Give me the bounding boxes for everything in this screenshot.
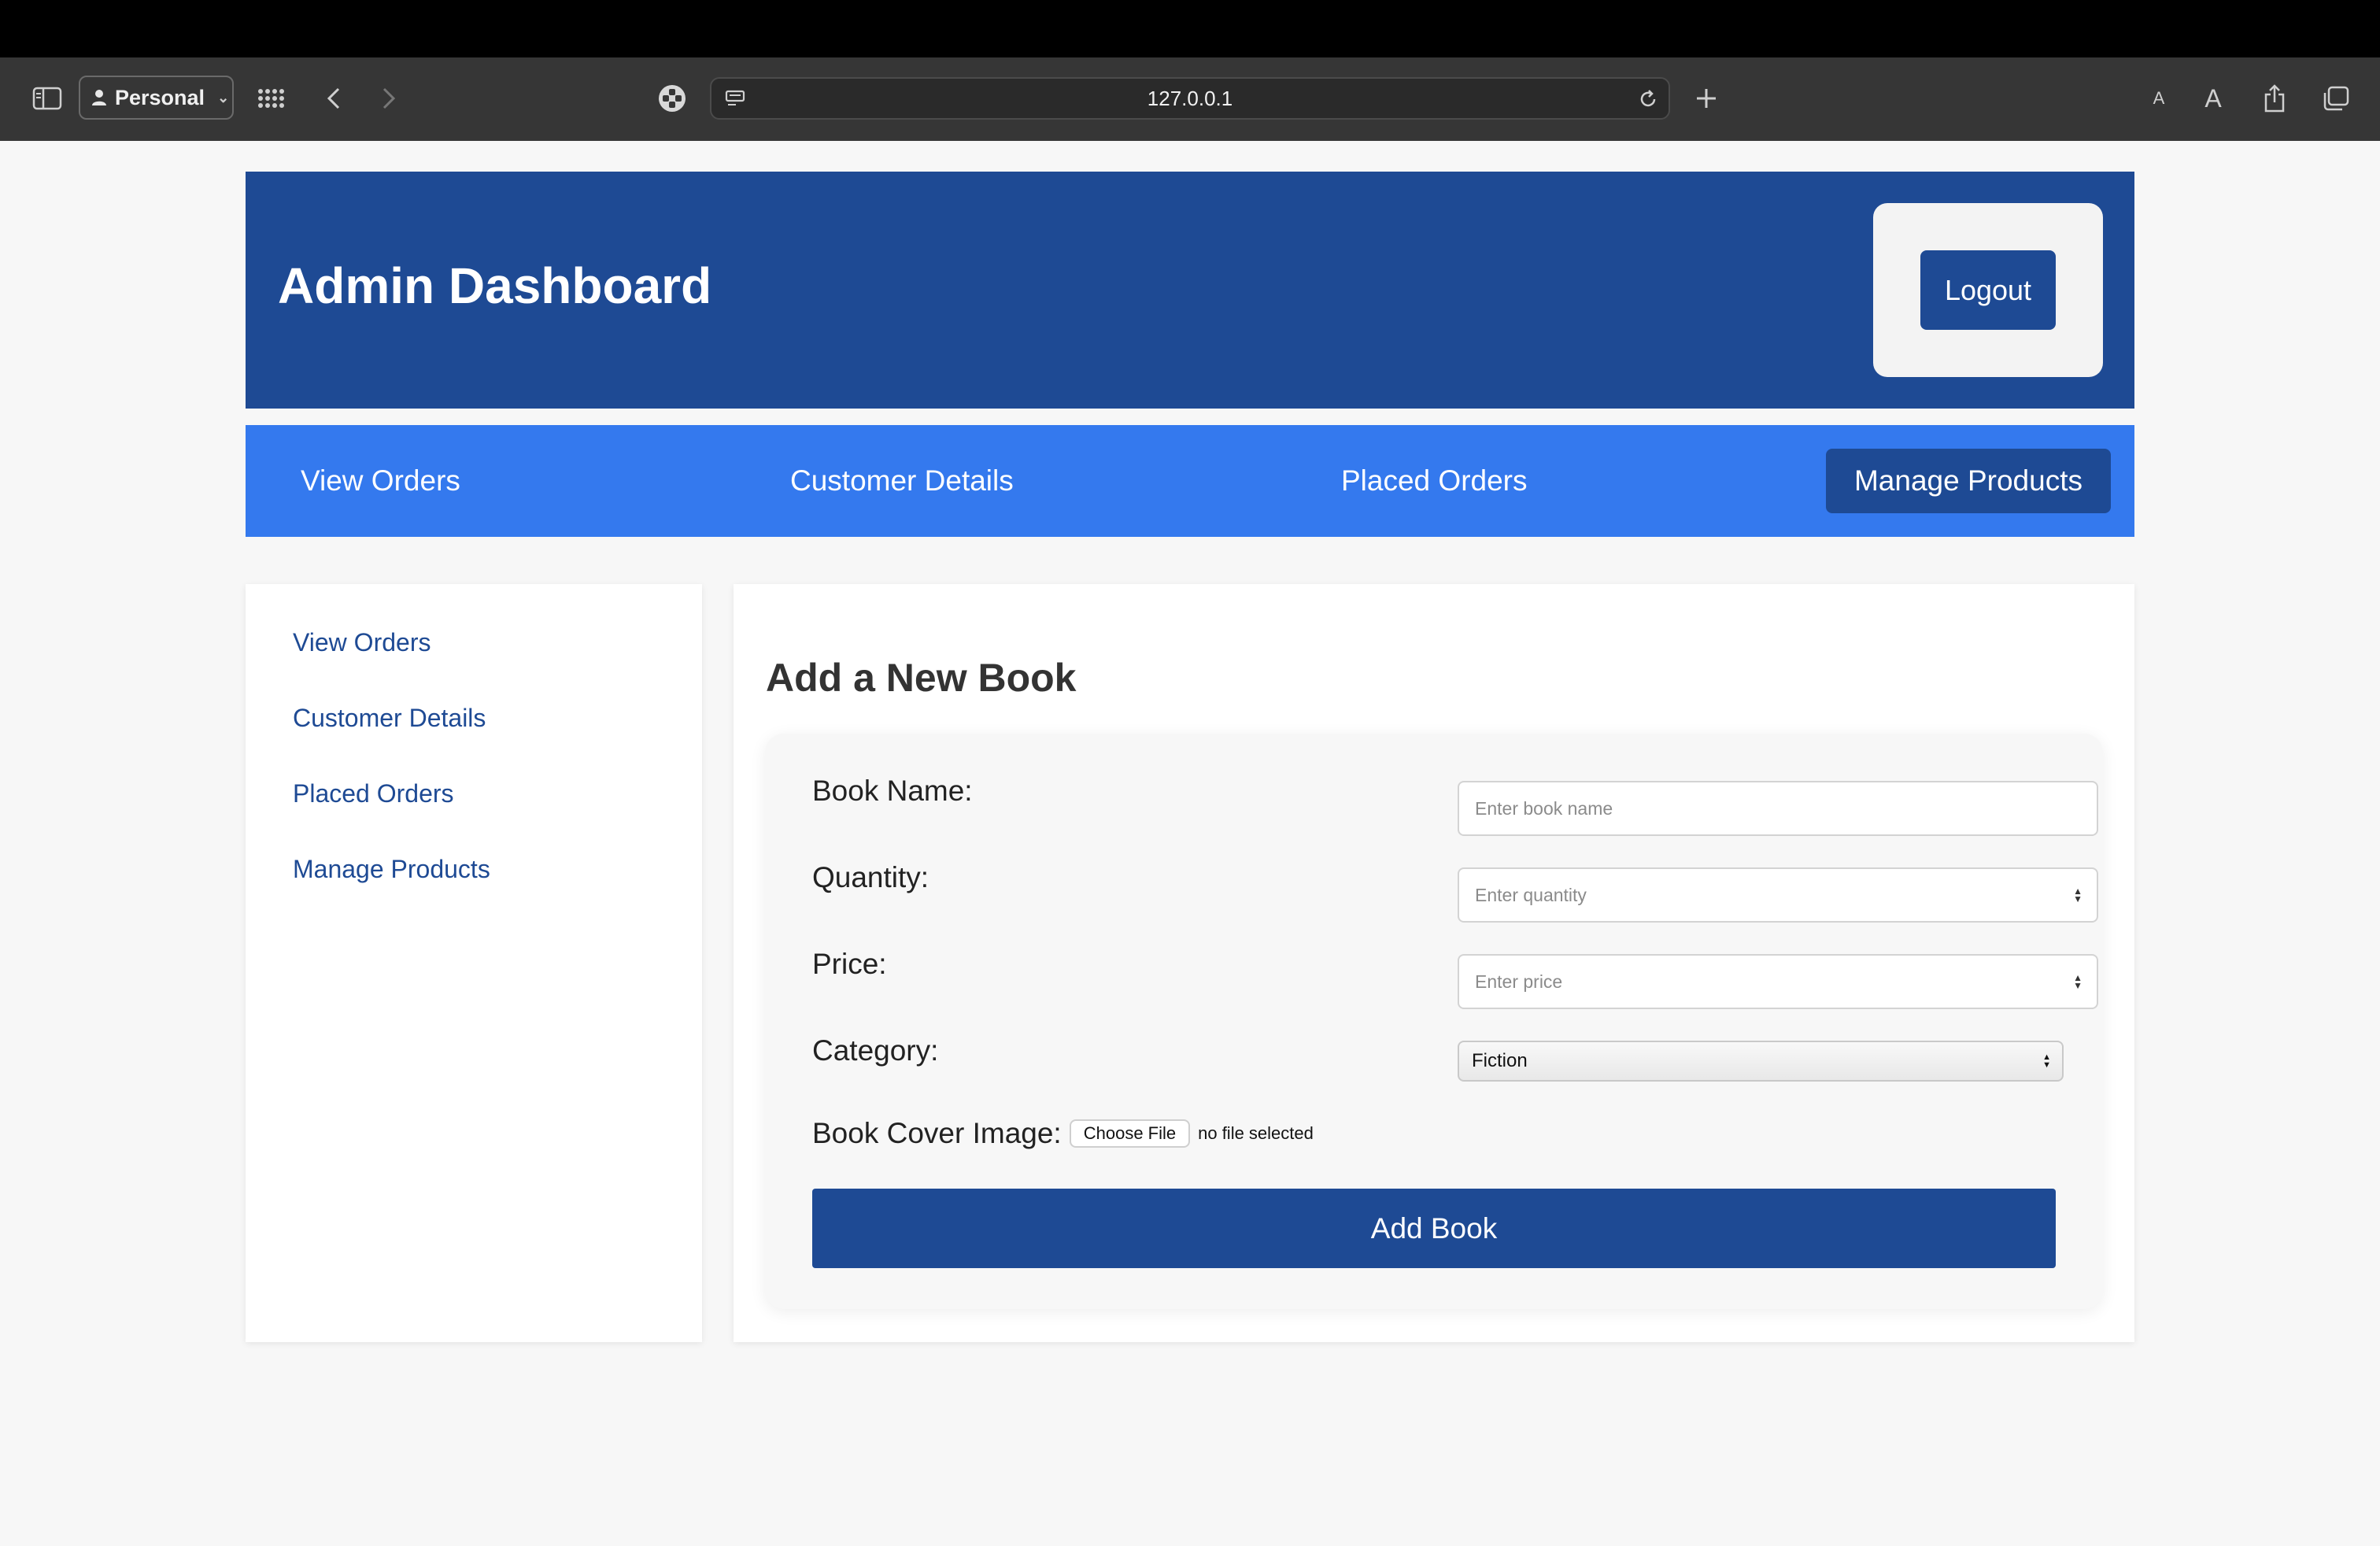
sidebar-item-customer-details[interactable]: Customer Details xyxy=(293,704,486,733)
person-icon xyxy=(92,90,106,105)
chevron-down-icon: ⌄ xyxy=(217,89,230,105)
category-selected-value: Fiction xyxy=(1472,1050,1528,1071)
price-stepper-icon[interactable]: ▲ ▼ xyxy=(2073,973,2082,990)
topnav-manage-products[interactable]: Manage Products xyxy=(1826,449,2111,513)
select-arrows-icon: ▲ ▼ xyxy=(2042,1052,2051,1070)
topnav-view-orders[interactable]: View Orders xyxy=(301,425,460,537)
page-menu-icon[interactable] xyxy=(722,87,748,112)
sidebar-toggle-icon[interactable] xyxy=(30,81,65,116)
topnav-placed-orders[interactable]: Placed Orders xyxy=(1341,425,1528,537)
price-label: Price: xyxy=(812,948,887,980)
book-name-input[interactable]: Enter book name xyxy=(1458,781,2098,836)
back-arrow-icon[interactable] xyxy=(318,83,349,114)
extension-icon[interactable] xyxy=(656,83,688,114)
dashboard-header: Admin Dashboard Logout xyxy=(246,172,2134,409)
form-heading: Add a New Book xyxy=(766,656,1077,700)
profile-menu-button[interactable]: Personal ⌄ xyxy=(79,76,234,120)
cover-image-row: Book Cover Image: Choose File no file se… xyxy=(812,1117,1314,1150)
sidebar-item-placed-orders[interactable]: Placed Orders xyxy=(293,779,454,808)
topnav-customer-details[interactable]: Customer Details xyxy=(790,425,1014,537)
os-top-strip xyxy=(0,0,2380,57)
reload-icon[interactable] xyxy=(1635,87,1661,112)
add-book-form: Book Name: Enter book name Quantity: Ent… xyxy=(765,734,2103,1309)
tab-overview-grid-icon[interactable] xyxy=(255,83,286,114)
share-icon[interactable] xyxy=(2259,81,2290,116)
file-status-text: no file selected xyxy=(1198,1123,1314,1143)
price-input[interactable]: Enter price ▲ ▼ xyxy=(1458,954,2098,1009)
quantity-stepper-icon[interactable]: ▲ ▼ xyxy=(2073,886,2082,904)
quantity-input[interactable]: Enter quantity ▲ ▼ xyxy=(1458,867,2098,923)
quantity-placeholder: Enter quantity xyxy=(1475,884,1587,905)
tab-overview-icon[interactable] xyxy=(2319,81,2353,116)
category-label: Category: xyxy=(812,1034,939,1067)
sidebar: View Orders Customer Details Placed Orde… xyxy=(246,584,702,1342)
sidebar-item-manage-products[interactable]: Manage Products xyxy=(293,855,490,884)
page-title: Admin Dashboard xyxy=(278,257,712,314)
sidebar-item-view-orders[interactable]: View Orders xyxy=(293,628,431,657)
cover-image-label: Book Cover Image: xyxy=(812,1117,1062,1149)
category-select[interactable]: Fiction ▲ ▼ xyxy=(1458,1041,2064,1082)
new-tab-plus-icon[interactable] xyxy=(1691,83,1722,114)
add-book-button[interactable]: Add Book xyxy=(812,1189,2056,1268)
profile-label: Personal xyxy=(115,85,205,109)
logout-button[interactable]: Logout xyxy=(1920,250,2056,330)
price-placeholder: Enter price xyxy=(1475,971,1563,992)
text-size-large-icon[interactable]: A xyxy=(2199,81,2227,116)
browser-toolbar: Personal ⌄ 127.0.0.1 A A xyxy=(0,57,2380,141)
text-size-small-icon[interactable]: A xyxy=(2147,83,2171,114)
address-bar[interactable]: 127.0.0.1 xyxy=(710,77,1670,120)
book-name-label: Book Name: xyxy=(812,775,973,807)
page-content: Admin Dashboard Logout View Orders Custo… xyxy=(0,141,2380,1546)
forward-arrow-icon[interactable] xyxy=(373,83,405,114)
quantity-label: Quantity: xyxy=(812,861,929,893)
main-panel: Add a New Book Book Name: Enter book nam… xyxy=(734,584,2134,1342)
top-navigation: View Orders Customer Details Placed Orde… xyxy=(246,425,2134,537)
logout-container: Logout xyxy=(1873,203,2103,377)
url-text: 127.0.0.1 xyxy=(1147,86,1233,110)
choose-file-button[interactable]: Choose File xyxy=(1069,1119,1191,1148)
